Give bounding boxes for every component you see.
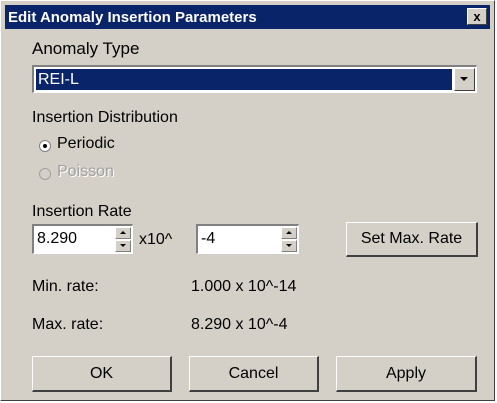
chevron-down-icon [460,77,468,81]
exponent-spin-buttons[interactable] [281,227,297,252]
dialog-window: Edit Anomaly Insertion Parameters x Anom… [0,0,495,401]
radio-periodic-label[interactable]: Periodic [57,135,115,153]
set-max-rate-button[interactable]: Set Max. Rate [346,222,478,257]
insertion-distribution-label: Insertion Distribution [32,109,178,126]
up-arrow-icon [120,231,126,234]
title-bar[interactable]: Edit Anomaly Insertion Parameters x [5,5,490,29]
rate-exponent-stepper[interactable]: -4 [196,224,299,254]
mantissa-up-button[interactable] [115,227,131,239]
close-icon: x [473,9,481,24]
cancel-button[interactable]: Cancel [189,356,319,392]
multiplier-label: x10^ [139,231,173,248]
insertion-rate-label: Insertion Rate [32,203,132,220]
anomaly-type-select[interactable]: REI-L [32,65,477,93]
ok-button[interactable]: OK [32,356,172,392]
window-title: Edit Anomaly Insertion Parameters [8,8,257,26]
min-rate-label: Min. rate: [32,278,99,295]
down-arrow-icon [286,244,292,247]
anomaly-type-label: Anomaly Type [32,39,140,58]
rate-mantissa-stepper[interactable]: 8.290 [32,224,133,254]
rate-exponent-value: -4 [201,230,216,247]
mantissa-down-button[interactable] [115,240,131,252]
radio-periodic-indicator[interactable] [39,140,51,152]
apply-button[interactable]: Apply [336,356,477,392]
close-button[interactable]: x [467,8,487,25]
radio-poisson-label[interactable]: Poisson [57,163,114,181]
min-rate-value: 1.000 x 10^-14 [191,278,297,295]
anomaly-type-value: REI-L [36,69,452,90]
radio-poisson-indicator[interactable] [39,168,51,180]
mantissa-spin-buttons[interactable] [115,227,131,252]
exponent-down-button[interactable] [281,240,297,252]
max-rate-value: 8.290 x 10^-4 [191,316,288,333]
rate-mantissa-value: 8.290 [37,230,78,247]
max-rate-label: Max. rate: [32,316,104,333]
up-arrow-icon [286,231,292,234]
down-arrow-icon [120,244,126,247]
dropdown-button[interactable] [454,68,475,91]
exponent-up-button[interactable] [281,227,297,239]
